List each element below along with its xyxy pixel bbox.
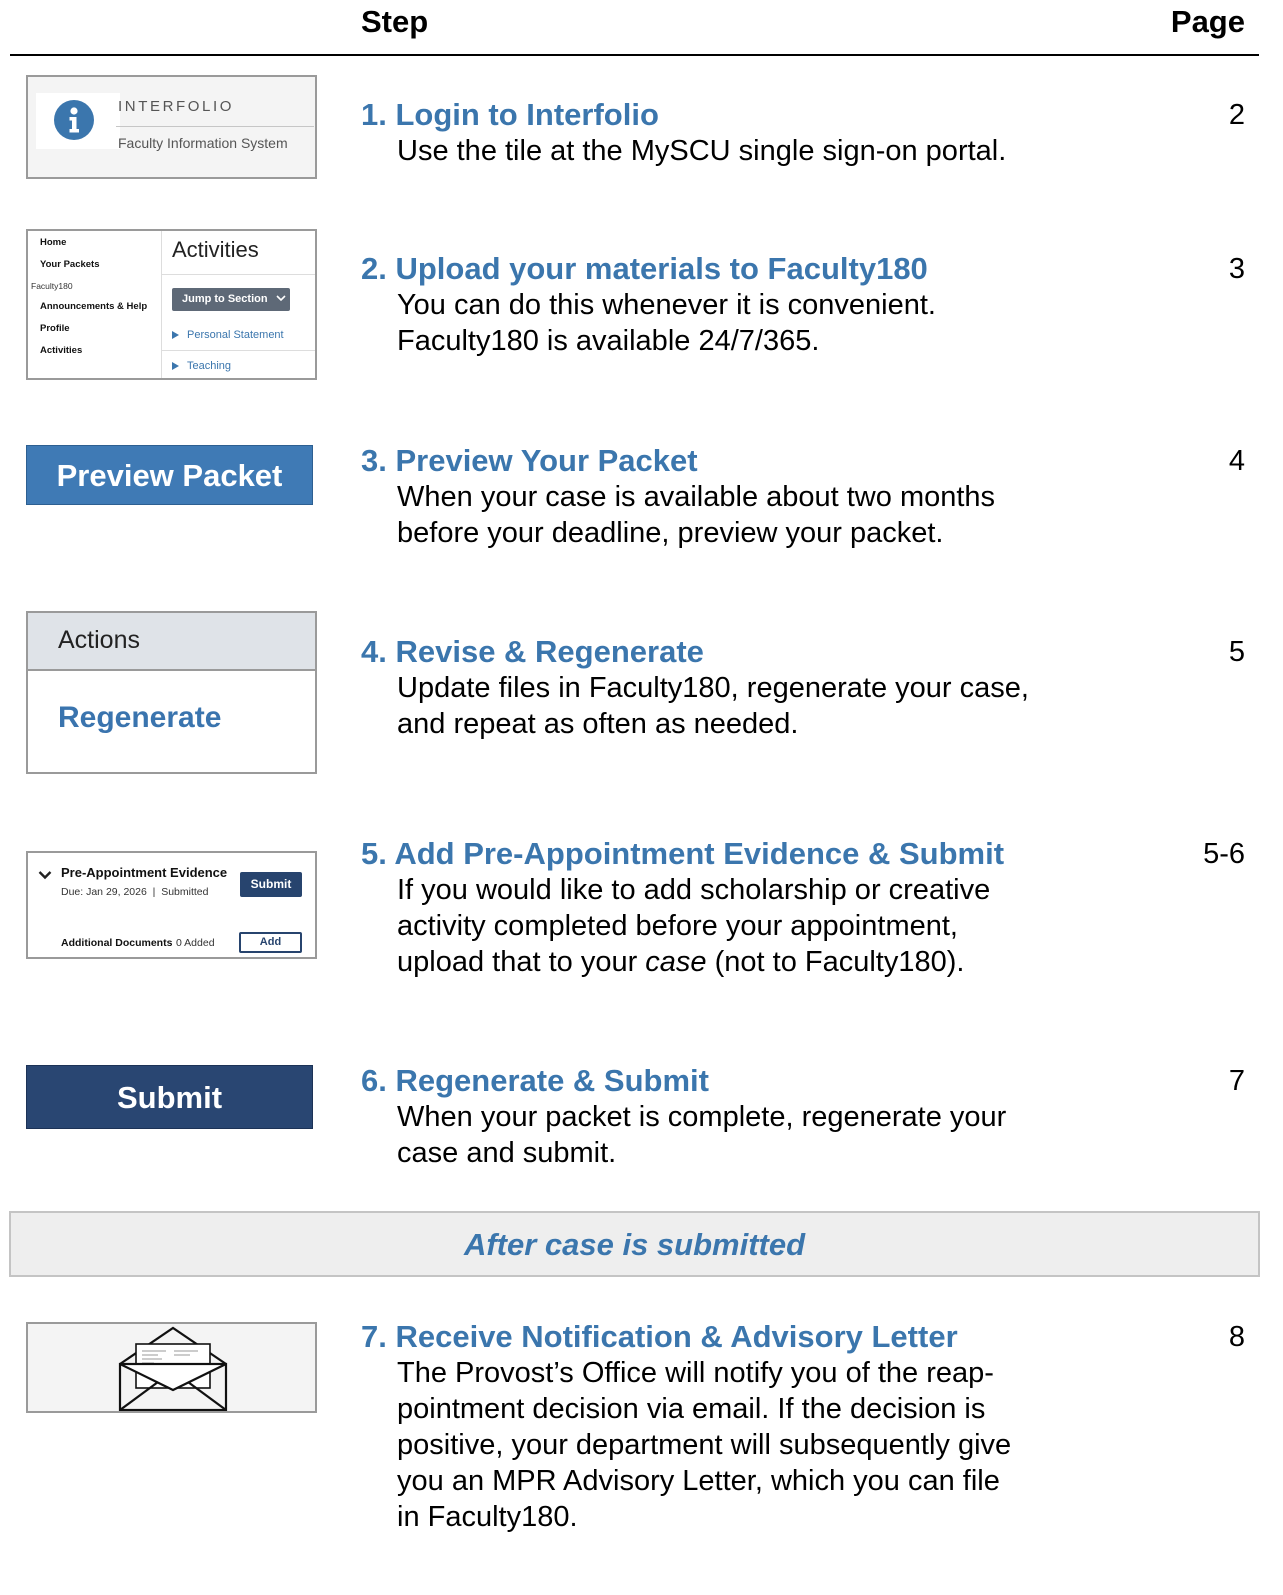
step-1: 1. Login to Interfolio Use the tile at t… [361, 97, 1121, 169]
header-step: Step [361, 4, 429, 39]
step-desc-line: pointment decision via email. If the dec… [397, 1393, 986, 1425]
chevron-down-icon [276, 293, 286, 305]
step-desc-line: positive, your department will subsequen… [397, 1429, 1012, 1461]
step-desc-line: You can do this whenever it is convenien… [397, 289, 936, 321]
item-teaching: Teaching [172, 360, 231, 372]
pre-appointment-evidence-card: Pre-Appointment Evidence Due: Jan 29, 20… [26, 851, 317, 959]
divider [116, 126, 314, 127]
interfolio-name: INTERFOLIO [118, 98, 235, 115]
jump-label: Jump to Section [182, 293, 268, 305]
nav-home: Home [40, 237, 67, 248]
step-title: 7. Receive Notification & Advisory Lette… [361, 1319, 958, 1354]
actions-header: Actions [28, 613, 315, 671]
step-desc-line: activity completed before your appointme… [397, 910, 958, 942]
page-number: 8 [1228, 1321, 1245, 1353]
interfolio-subtitle: Faculty Information System [118, 135, 288, 151]
page-number: 5 [1228, 636, 1245, 668]
header-divider [10, 54, 1259, 56]
triangle-right-icon [172, 331, 179, 339]
step-desc-line: When your packet is complete, regenerate… [397, 1101, 1007, 1133]
step-title: 6. Regenerate & Submit [361, 1063, 709, 1098]
envelope-thumbnail [26, 1322, 317, 1413]
divider [162, 274, 315, 275]
step-desc-line: and repeat as often as needed. [397, 708, 799, 740]
submit-button: Submit [26, 1065, 313, 1129]
actions-label: Actions [58, 626, 140, 654]
evidence-due: Due: Jan 29, 2026 | Submitted [61, 886, 209, 898]
step-desc-line: The Provost’s Office will notify you of … [397, 1357, 994, 1389]
nav-activities: Activities [40, 345, 83, 356]
step-7: 7. Receive Notification & Advisory Lette… [361, 1319, 1121, 1535]
step-desc-line: you an MPR Advisory Letter, which you ca… [397, 1465, 1000, 1497]
info-icon-box [36, 93, 120, 149]
actions-panel: Actions Regenerate [26, 611, 317, 774]
nav-profile: Profile [40, 323, 70, 334]
page-number: 5-6 [1203, 838, 1245, 870]
chevron-down-icon [38, 867, 52, 883]
nav-faculty180: Faculty180 [31, 281, 73, 291]
page-number: 4 [1228, 445, 1245, 477]
envelope-letter-icon [118, 1326, 228, 1411]
faculty180-nav: Home Your Packets Faculty180 Announcemen… [28, 231, 161, 378]
step-title: 1. Login to Interfolio [361, 97, 659, 132]
page-number: 7 [1228, 1065, 1245, 1097]
step-desc-line: in Faculty180. [397, 1501, 578, 1533]
step-desc-line: When your case is available about two mo… [397, 481, 996, 513]
additional-documents-label: Additional Documents [61, 937, 173, 949]
banner-text: After case is submitted [463, 1227, 806, 1262]
divider [162, 350, 315, 351]
jump-to-section-button: Jump to Section [172, 288, 290, 311]
step-desc-line: If you would like to add scholarship or … [397, 874, 991, 906]
added-count: 0 Added [176, 937, 215, 949]
step-4: 4. Revise & Regenerate Update files in F… [361, 634, 1121, 742]
step-desc-line: before your deadline, preview your packe… [397, 517, 944, 549]
step-desc-line: upload that to your case (not to Faculty… [397, 946, 965, 978]
preview-packet-button: Preview Packet [26, 445, 313, 505]
step-2: 2. Upload your materials to Faculty180 Y… [361, 251, 1121, 359]
step-title: 3. Preview Your Packet [361, 443, 698, 478]
step-title: 5. Add Pre-Appointment Evidence & Submit [361, 836, 1005, 871]
activities-heading: Activities [172, 237, 259, 262]
evidence-submit-button: Submit [240, 872, 302, 897]
triangle-right-icon [172, 362, 179, 370]
step-6: 6. Regenerate & Submit When your packet … [361, 1063, 1121, 1171]
header-page: Page [1170, 4, 1245, 39]
item-personal-statement: Personal Statement [172, 329, 284, 341]
after-submitted-banner: After case is submitted [9, 1211, 1260, 1277]
step-3: 3. Preview Your Packet When your case is… [361, 443, 1121, 551]
interfolio-tile: INTERFOLIO Faculty Information System [26, 75, 317, 179]
evidence-title: Pre-Appointment Evidence [61, 865, 228, 880]
page-number: 3 [1228, 253, 1245, 285]
page-number: 2 [1228, 99, 1245, 131]
step-desc: Use the tile at the MySCU single sign-on… [397, 135, 1007, 167]
nav-announcements: Announcements & Help [40, 301, 148, 312]
case-emphasis: case [645, 946, 707, 978]
step-desc-line: Update files in Faculty180, regenerate y… [397, 672, 1029, 704]
add-button: Add [239, 932, 302, 953]
faculty180-content: Activities Jump to Section Personal Stat… [161, 231, 315, 378]
step-desc-line: case and submit. [397, 1137, 617, 1169]
step-title: 4. Revise & Regenerate [361, 634, 704, 669]
step-desc-line: Faculty180 is available 24/7/365. [397, 325, 820, 357]
step-5: 5. Add Pre-Appointment Evidence & Submit… [361, 836, 1121, 980]
info-icon [54, 100, 94, 140]
faculty180-screenshot: Home Your Packets Faculty180 Announcemen… [26, 229, 317, 380]
nav-your-packets: Your Packets [40, 259, 100, 270]
regenerate-link: Regenerate [58, 701, 222, 734]
step-title: 2. Upload your materials to Faculty180 [361, 251, 928, 286]
